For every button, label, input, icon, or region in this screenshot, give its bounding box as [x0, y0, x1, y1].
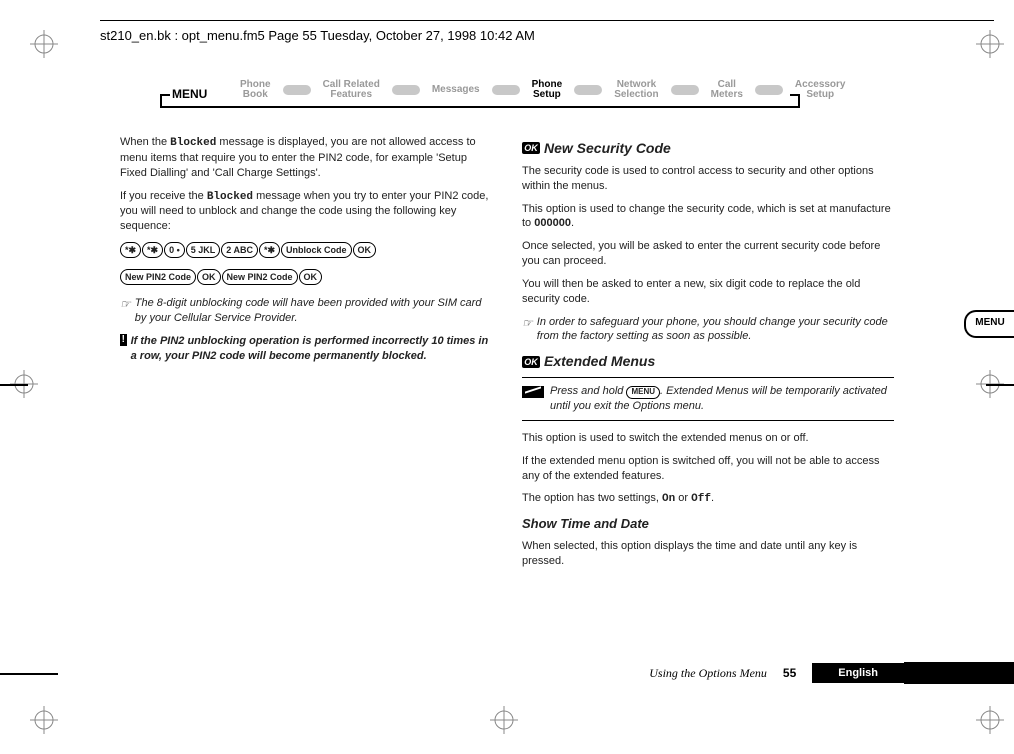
menu-key-icon: MENU	[626, 386, 660, 399]
phone-key: 2 ABC	[221, 242, 258, 258]
phone-key: New PIN2 Code	[222, 269, 298, 285]
menu-tab-item: PhoneBook	[240, 80, 271, 100]
menu-tab-item: AccessorySetup	[795, 80, 846, 100]
tip-icon	[522, 386, 544, 398]
heading-show-time-date: Show Time and Date	[522, 515, 894, 533]
menu-tab-item: Call RelatedFeatures	[323, 80, 380, 100]
body-text: When selected, this option displays the …	[522, 539, 894, 569]
section-title: Using the Options Menu	[649, 666, 767, 681]
body-text: The security code is used to control acc…	[522, 164, 894, 194]
key-sequence: *✱*✱0 •5 JKL2 ABC*✱Unblock CodeOK	[120, 242, 492, 261]
body-text: Once selected, you will be asked to ente…	[522, 239, 894, 269]
left-column: When the Blocked message is displayed, y…	[120, 135, 492, 577]
document-header: st210_en.bk : opt_menu.fm5 Page 55 Tuesd…	[100, 28, 535, 43]
note-text: ☞ The 8-digit unblocking code will have …	[120, 296, 492, 326]
ok-icon: OK	[522, 356, 540, 368]
body-text: You will then be asked to enter a new, s…	[522, 277, 894, 307]
menu-connector-icon	[392, 85, 420, 95]
phone-key: 0 •	[164, 242, 185, 258]
menu-tab-item: CallMeters	[711, 80, 743, 100]
right-column: OK New Security Code The security code i…	[522, 135, 894, 577]
body-text: This option is used to switch the extend…	[522, 431, 894, 446]
menu-connector-icon	[671, 85, 699, 95]
menu-connector-icon	[574, 85, 602, 95]
menu-label: MENU	[172, 87, 207, 101]
pointer-icon: ☞	[120, 296, 131, 326]
side-menu-tab: MENU	[964, 310, 1014, 338]
phone-key: Unblock Code	[281, 242, 352, 258]
menu-tab-item: PhoneSetup	[532, 80, 563, 100]
phone-key: *✱	[142, 242, 163, 258]
phone-key: OK	[197, 269, 221, 285]
phone-key: OK	[299, 269, 323, 285]
heading-extended-menus: OK Extended Menus	[522, 352, 894, 371]
footer-bar	[904, 662, 1014, 684]
page-number: 55	[783, 666, 796, 680]
tip-box: Press and hold MENU. Extended Menus will…	[522, 377, 894, 421]
crop-mark-icon	[30, 706, 58, 734]
heading-new-security-code: OK New Security Code	[522, 139, 894, 158]
crop-mark-icon	[976, 30, 1004, 58]
body-text: The option has two settings, On or Off.	[522, 491, 894, 507]
warning-text: ! If the PIN2 unblocking operation is pe…	[120, 334, 492, 364]
phone-key: 5 JKL	[186, 242, 221, 258]
body-text: This option is used to change the securi…	[522, 202, 894, 232]
note-text: ☞ In order to safeguard your phone, you …	[522, 315, 894, 345]
crop-mark-icon	[976, 706, 1004, 734]
trim-line	[0, 384, 28, 386]
warning-icon: !	[120, 334, 127, 346]
body-text: If the extended menu option is switched …	[522, 454, 894, 484]
phone-key: OK	[353, 242, 377, 258]
header-rule	[100, 20, 994, 21]
menu-tab-item: Messages	[432, 85, 480, 95]
phone-key: *✱	[259, 242, 280, 258]
key-sequence: New PIN2 CodeOKNew PIN2 CodeOK	[120, 269, 492, 288]
body-text: When the Blocked message is displayed, y…	[120, 135, 492, 181]
pointer-icon: ☞	[522, 315, 533, 345]
menu-frame	[160, 106, 800, 108]
menu-connector-icon	[755, 85, 783, 95]
body-text: If you receive the Blocked message when …	[120, 189, 492, 235]
crop-mark-icon	[30, 30, 58, 58]
trim-line	[986, 384, 1014, 386]
menu-connector-icon	[283, 85, 311, 95]
language-label: English	[812, 663, 904, 683]
page-footer: Using the Options Menu 55 English	[0, 662, 1014, 684]
phone-key: *✱	[120, 242, 141, 258]
menu-tab-item: NetworkSelection	[614, 80, 658, 100]
phone-key: New PIN2 Code	[120, 269, 196, 285]
menu-connector-icon	[492, 85, 520, 95]
crop-mark-icon	[490, 706, 518, 734]
ok-icon: OK	[522, 142, 540, 154]
menu-breadcrumb: PhoneBook Call RelatedFeatures Messages Pho…	[240, 80, 846, 100]
